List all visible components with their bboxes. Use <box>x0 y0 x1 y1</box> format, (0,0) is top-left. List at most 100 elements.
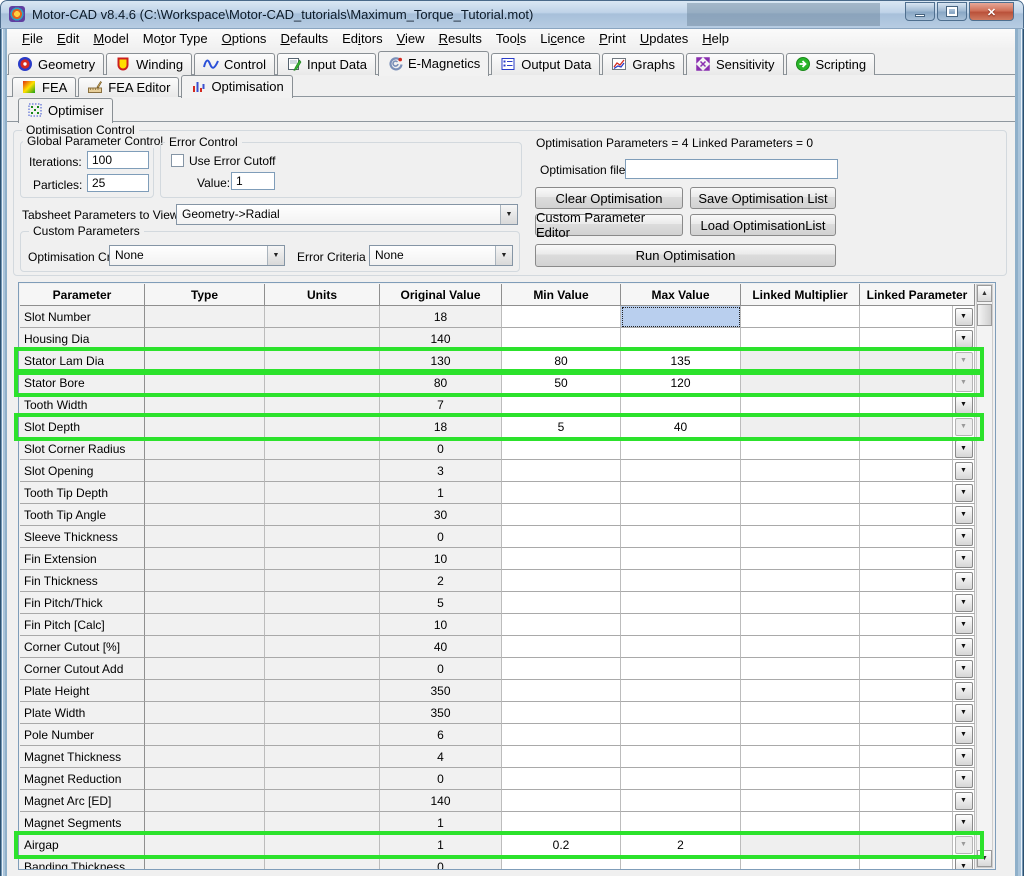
menu-item-results[interactable]: Results <box>432 31 489 46</box>
cell-min-pole-number[interactable] <box>502 724 621 746</box>
tab-input-data[interactable]: Input Data <box>277 53 376 75</box>
cell-linked-multiplier-slot-depth[interactable] <box>741 416 860 438</box>
optimisation-file-input[interactable] <box>625 159 838 179</box>
cell-min-plate-height[interactable] <box>502 680 621 702</box>
cell-linked-parameter-slot-number[interactable] <box>860 306 953 328</box>
linked-parameter-dropdown-button[interactable]: ▼ <box>955 506 973 524</box>
cell-min-housing-dia[interactable] <box>502 328 621 350</box>
tab-graphs[interactable]: Graphs <box>602 53 684 75</box>
save-optimisation-list-button[interactable]: Save Optimisation List <box>690 187 836 209</box>
linked-parameter-dropdown-button[interactable]: ▼ <box>955 440 973 458</box>
cell-linked-parameter-corner-cutout[interactable] <box>860 636 953 658</box>
cell-linked-multiplier-corner-cutout[interactable] <box>741 636 860 658</box>
tab-output-data[interactable]: Output Data <box>491 53 600 75</box>
cell-max-slot-number[interactable] <box>621 306 741 328</box>
cell-linked-parameter-magnet-reduction[interactable] <box>860 768 953 790</box>
cell-max-fin-pitch-calc[interactable] <box>621 614 741 636</box>
cell-max-slot-opening[interactable] <box>621 460 741 482</box>
cell-min-stator-lam-dia[interactable]: 80 <box>502 350 621 372</box>
cell-linked-multiplier-sleeve-thickness[interactable] <box>741 526 860 548</box>
linked-parameter-dropdown-button[interactable]: ▼ <box>955 594 973 612</box>
cell-linked-multiplier-housing-dia[interactable] <box>741 328 860 350</box>
header-max-value[interactable]: Max Value <box>621 284 741 306</box>
cell-linked-parameter-magnet-arc-ed[interactable] <box>860 790 953 812</box>
cell-max-banding-thickness[interactable] <box>621 856 741 870</box>
cell-min-banding-thickness[interactable] <box>502 856 621 870</box>
cell-linked-multiplier-magnet-segments[interactable] <box>741 812 860 834</box>
cell-max-corner-cutout-add[interactable] <box>621 658 741 680</box>
cell-linked-parameter-pole-number[interactable] <box>860 724 953 746</box>
cell-max-sleeve-thickness[interactable] <box>621 526 741 548</box>
cell-linked-multiplier-tooth-width[interactable] <box>741 394 860 416</box>
linked-parameter-dropdown-button[interactable]: ▼ <box>955 836 973 854</box>
cell-linked-multiplier-plate-width[interactable] <box>741 702 860 724</box>
error-criteria-dropdown[interactable]: None ▼ <box>369 245 513 266</box>
cell-linked-parameter-plate-height[interactable] <box>860 680 953 702</box>
cell-min-slot-opening[interactable] <box>502 460 621 482</box>
cell-min-sleeve-thickness[interactable] <box>502 526 621 548</box>
scroll-down-button[interactable]: ▼ <box>977 850 992 867</box>
cell-linked-multiplier-magnet-reduction[interactable] <box>741 768 860 790</box>
tab-control[interactable]: Control <box>194 53 275 75</box>
linked-parameter-dropdown-button[interactable]: ▼ <box>955 704 973 722</box>
maximize-button[interactable] <box>937 2 967 21</box>
cell-linked-parameter-magnet-thickness[interactable] <box>860 746 953 768</box>
linked-parameter-dropdown-button[interactable]: ▼ <box>955 462 973 480</box>
linked-parameter-dropdown-button[interactable]: ▼ <box>955 550 973 568</box>
linked-parameter-dropdown-button[interactable]: ▼ <box>955 418 973 436</box>
cell-linked-multiplier-plate-height[interactable] <box>741 680 860 702</box>
cell-min-tooth-width[interactable] <box>502 394 621 416</box>
cell-max-fin-extension[interactable] <box>621 548 741 570</box>
menu-item-motor-type[interactable]: Motor Type <box>136 31 215 46</box>
subtab-optimisation[interactable]: Optimisation <box>181 75 292 98</box>
cell-linked-parameter-fin-pitch-thick[interactable] <box>860 592 953 614</box>
header-linked-multiplier[interactable]: Linked Multiplier <box>741 284 860 306</box>
cell-min-stator-bore[interactable]: 50 <box>502 372 621 394</box>
cell-linked-multiplier-stator-lam-dia[interactable] <box>741 350 860 372</box>
cell-max-slot-corner-radius[interactable] <box>621 438 741 460</box>
cell-min-tooth-tip-angle[interactable] <box>502 504 621 526</box>
cell-linked-multiplier-magnet-arc-ed[interactable] <box>741 790 860 812</box>
scrollbar-thumb[interactable] <box>977 304 992 326</box>
header-original-value[interactable]: Original Value <box>380 284 502 306</box>
menu-item-help[interactable]: Help <box>695 31 736 46</box>
close-button[interactable] <box>969 2 1014 21</box>
linked-parameter-dropdown-button[interactable]: ▼ <box>955 770 973 788</box>
menu-item-tools[interactable]: Tools <box>489 31 533 46</box>
use-error-cutoff-checkbox[interactable] <box>171 154 184 167</box>
cell-min-slot-depth[interactable]: 5 <box>502 416 621 438</box>
cell-linked-parameter-tooth-tip-depth[interactable] <box>860 482 953 504</box>
cell-linked-parameter-slot-depth[interactable] <box>860 416 953 438</box>
cell-max-magnet-thickness[interactable] <box>621 746 741 768</box>
menu-item-file[interactable]: File <box>15 31 50 46</box>
linked-parameter-dropdown-button[interactable]: ▼ <box>955 748 973 766</box>
cell-min-fin-pitch-thick[interactable] <box>502 592 621 614</box>
cell-min-tooth-tip-depth[interactable] <box>502 482 621 504</box>
cell-max-tooth-tip-angle[interactable] <box>621 504 741 526</box>
cell-max-plate-height[interactable] <box>621 680 741 702</box>
cell-max-slot-depth[interactable]: 40 <box>621 416 741 438</box>
tab-geometry[interactable]: Geometry <box>8 53 104 75</box>
cell-linked-multiplier-slot-corner-radius[interactable] <box>741 438 860 460</box>
cell-linked-parameter-banding-thickness[interactable] <box>860 856 953 870</box>
linked-parameter-dropdown-button[interactable]: ▼ <box>955 484 973 502</box>
cell-linked-multiplier-fin-thickness[interactable] <box>741 570 860 592</box>
linked-parameter-dropdown-button[interactable]: ▼ <box>955 396 973 414</box>
iterations-input[interactable] <box>87 151 149 169</box>
menu-item-editors[interactable]: Editors <box>335 31 389 46</box>
menu-item-defaults[interactable]: Defaults <box>273 31 335 46</box>
linked-parameter-dropdown-button[interactable]: ▼ <box>955 352 973 370</box>
cell-linked-parameter-housing-dia[interactable] <box>860 328 953 350</box>
cell-linked-multiplier-fin-pitch-thick[interactable] <box>741 592 860 614</box>
linked-parameter-dropdown-button[interactable]: ▼ <box>955 374 973 392</box>
cell-linked-multiplier-banding-thickness[interactable] <box>741 856 860 870</box>
cell-min-corner-cutout[interactable] <box>502 636 621 658</box>
cell-linked-multiplier-fin-extension[interactable] <box>741 548 860 570</box>
cell-min-magnet-reduction[interactable] <box>502 768 621 790</box>
cell-linked-parameter-sleeve-thickness[interactable] <box>860 526 953 548</box>
tab-e-magnetics[interactable]: E-Magnetics <box>378 51 489 76</box>
menu-item-edit[interactable]: Edit <box>50 31 86 46</box>
linked-parameter-dropdown-button[interactable]: ▼ <box>955 330 973 348</box>
cell-max-stator-lam-dia[interactable]: 135 <box>621 350 741 372</box>
cell-min-fin-pitch-calc[interactable] <box>502 614 621 636</box>
